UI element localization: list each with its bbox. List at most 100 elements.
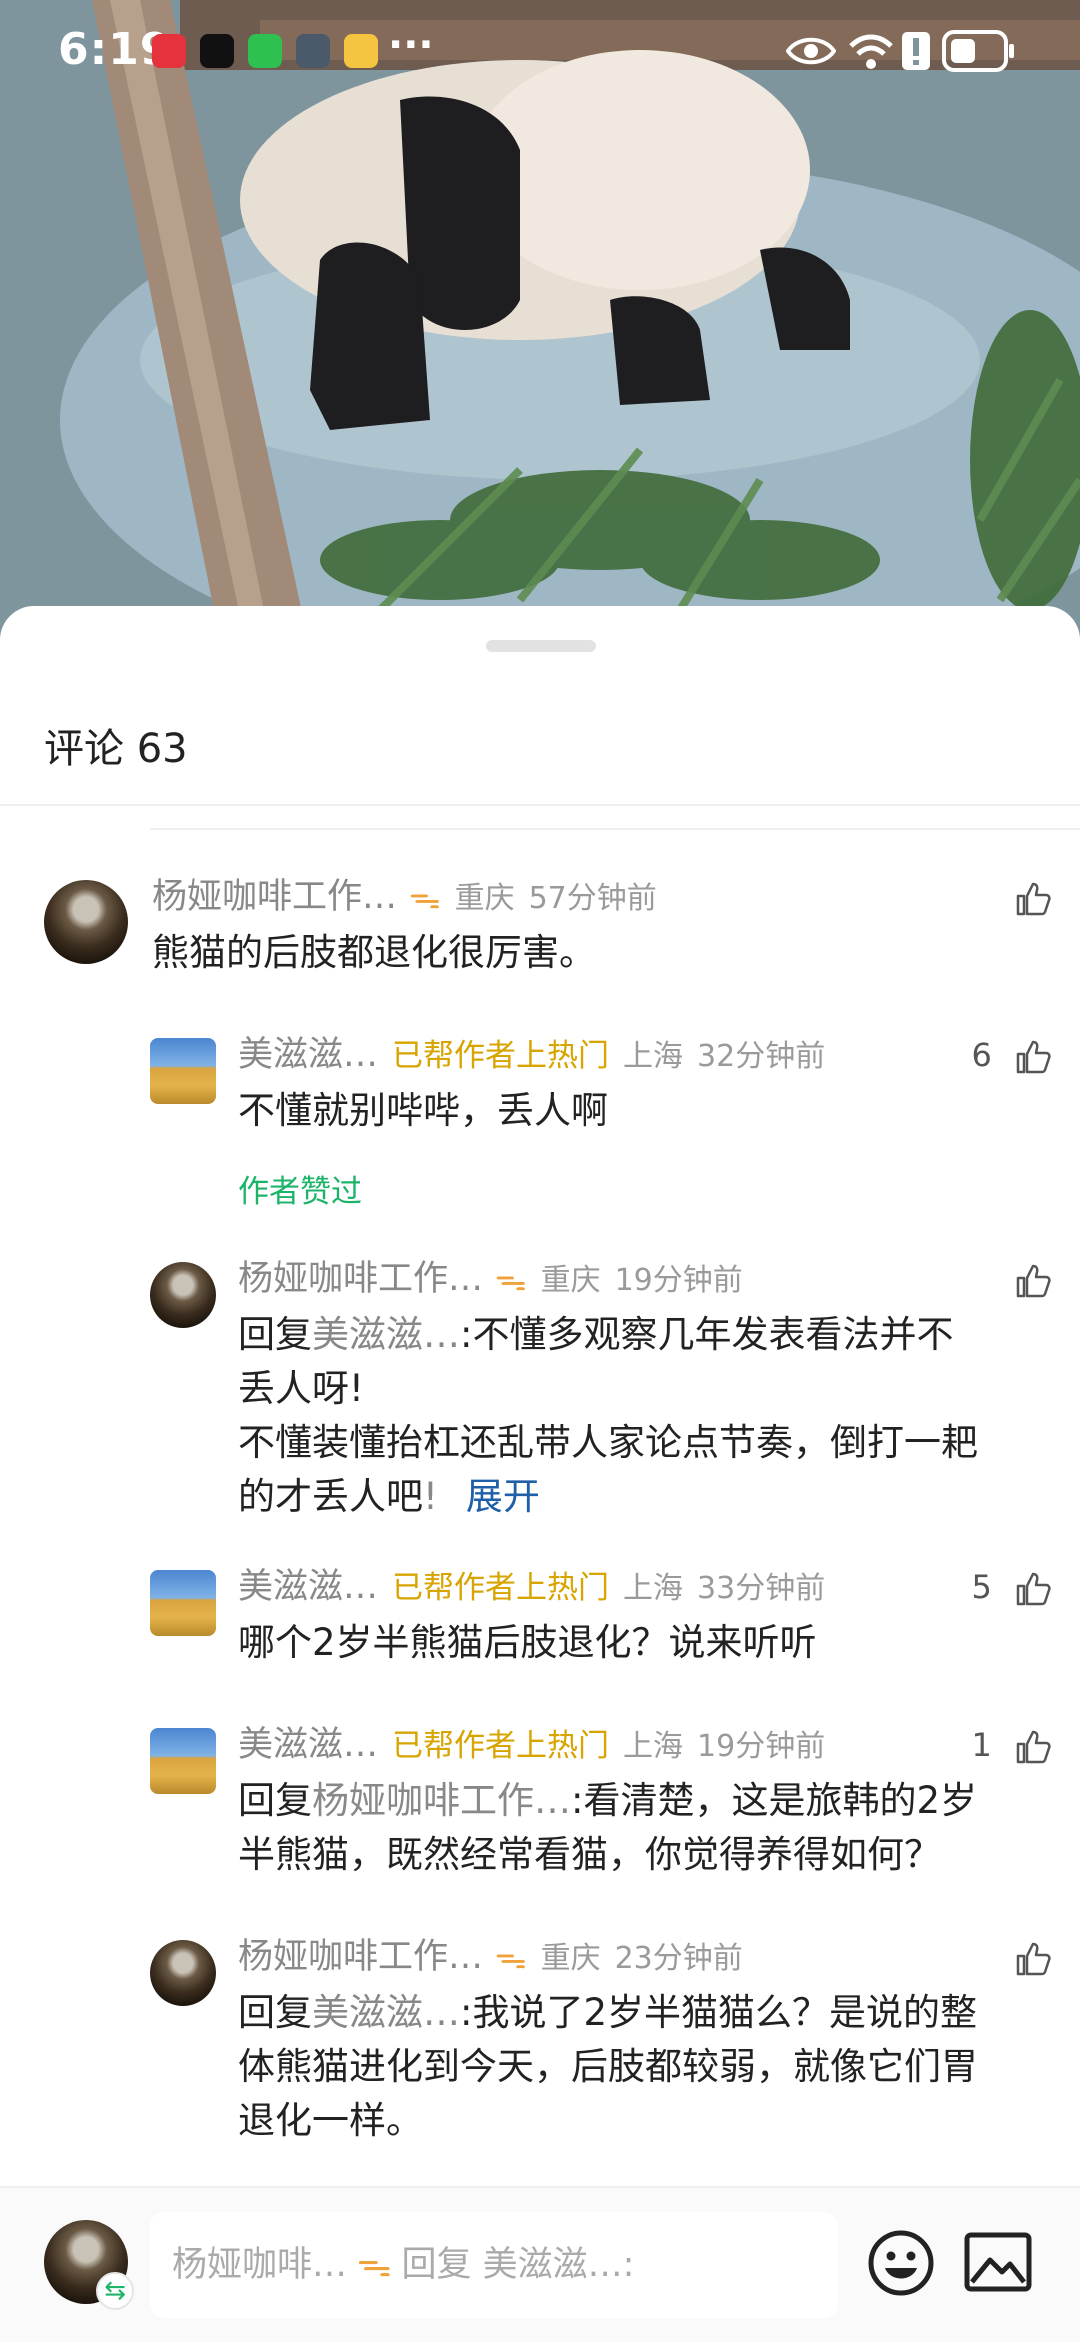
comments-sheet: 评论 63 杨娅咖啡工作… ᯓ 重庆 57分钟前 熊猫的后肢都退化很厉害。 美滋滋… 已…	[0, 606, 1080, 2340]
reply-target[interactable]: 美滋滋…	[312, 1991, 460, 2034]
comment-meta: 美滋滋… 已帮作者上热门 上海 32分钟前	[238, 1030, 825, 1080]
reply-target[interactable]: 杨娅咖啡工作…	[312, 1779, 571, 1822]
like-button[interactable]: 5	[971, 1562, 1052, 1612]
input-user: 杨娅咖啡…	[172, 2245, 348, 2285]
timestamp: 23分钟前	[614, 1941, 743, 1976]
image-icon[interactable]	[964, 2232, 1032, 2292]
timestamp: 57分钟前	[528, 881, 657, 916]
promoted-badge: 已帮作者上热门	[392, 1570, 610, 1606]
like-count: 1	[971, 1726, 992, 1764]
avatar[interactable]	[44, 880, 128, 964]
location: 重庆	[540, 1263, 601, 1298]
location: 重庆	[454, 881, 515, 916]
text-line: 半熊猫，既然经常看猫，你觉得养得如何？	[238, 1833, 941, 1876]
text-fade: !	[423, 1475, 438, 1518]
like-button[interactable]: 6	[971, 1030, 1052, 1080]
comment-text: 熊猫的后肢都退化很厉害。	[152, 931, 596, 974]
alert-icon	[902, 32, 930, 70]
huawei-icon	[152, 34, 186, 68]
author-liked-label: 作者赞过	[238, 1174, 362, 1210]
timestamp: 33分钟前	[697, 1571, 826, 1606]
username[interactable]: 美滋滋…	[238, 1035, 378, 1075]
vip-icon: ᯓ	[409, 878, 441, 916]
drag-handle[interactable]	[486, 640, 596, 652]
avatar[interactable]	[150, 1728, 216, 1794]
reply-input[interactable]: 杨娅咖啡… ᯓ 回复 美滋滋…:	[150, 2212, 838, 2318]
divider	[0, 804, 1080, 806]
like-button[interactable]	[1002, 872, 1052, 922]
reply-prefix: 回复	[238, 1313, 312, 1356]
username[interactable]: 美滋滋…	[238, 1725, 378, 1765]
location: 上海	[623, 1729, 684, 1764]
vip-icon: ᯓ	[357, 2245, 392, 2285]
vip-icon: ᯓ	[495, 1938, 527, 1976]
timestamp: 19分钟前	[697, 1729, 826, 1764]
text-line: 的才丢人吧	[238, 1475, 423, 1518]
avatar[interactable]	[150, 1940, 216, 2006]
comment-input-bar: ⇆ 杨娅咖啡… ᯓ 回复 美滋滋…:	[0, 2186, 1080, 2342]
text-line: 丢人呀!	[238, 1367, 364, 1410]
username[interactable]: 杨娅咖啡工作…	[238, 1259, 483, 1299]
vip-icon: ᯓ	[495, 1260, 527, 1298]
username[interactable]: 美滋滋…	[238, 1567, 378, 1607]
reply-prefix: 回复	[238, 1991, 312, 2034]
expand-link[interactable]: 展开	[466, 1475, 540, 1518]
comment-text: 回复美滋滋…:不懂多观察几年发表看法并不 丢人呀! 不懂装懂抬杠还乱带人家论点节…	[238, 1308, 1058, 1524]
tiktok-icon	[200, 34, 234, 68]
comment-meta: 美滋滋… 已帮作者上热门 上海 33分钟前	[238, 1562, 825, 1612]
comments-count-title: 评论 63	[44, 726, 188, 772]
thumbs-up-icon	[1016, 1730, 1051, 1764]
username[interactable]: 杨娅咖啡工作…	[238, 1937, 483, 1977]
wechat-icon	[248, 34, 282, 68]
thumbs-up-icon	[1016, 1264, 1051, 1298]
divider	[150, 828, 1080, 830]
text-line: :不懂多观察几年发表看法并不	[460, 1313, 954, 1356]
location: 上海	[623, 1571, 684, 1606]
like-button[interactable]	[1002, 1254, 1052, 1304]
promoted-badge: 已帮作者上热门	[392, 1728, 610, 1764]
avatar[interactable]	[150, 1038, 216, 1104]
weibo-icon	[344, 34, 378, 68]
text-line: :看清楚，这是旅韩的2岁	[571, 1779, 978, 1822]
video-player[interactable]: 6:19 ···	[0, 0, 1080, 640]
thumbs-up-icon	[1016, 1572, 1051, 1606]
reply-target[interactable]: 美滋滋…	[312, 1313, 460, 1356]
text-line: 不懂装懂抬杠还乱带人家论点节奏，倒打一耙	[238, 1421, 978, 1464]
eye-icon	[786, 37, 836, 65]
comment-text: 回复美滋滋…:我说了2岁半猫猫么？是说的整 体熊猫进化到今天，后肢都较弱，就像它…	[238, 1986, 1058, 2148]
like-button[interactable]	[1002, 1932, 1052, 1982]
input-placeholder: 回复 美滋滋…:	[401, 2245, 635, 2285]
location: 重庆	[540, 1941, 601, 1976]
thumbs-up-icon	[1016, 1942, 1051, 1976]
switch-account-icon[interactable]: ⇆	[96, 2272, 134, 2310]
like-count: 5	[971, 1568, 992, 1606]
comment-meta: 杨娅咖啡工作… ᯓ 重庆 19分钟前	[238, 1254, 743, 1304]
game-icon	[296, 34, 330, 68]
promoted-badge: 已帮作者上热门	[392, 1038, 610, 1074]
comment-meta: 杨娅咖啡工作… ᯓ 重庆 23分钟前	[238, 1932, 743, 1982]
comment-text: 不懂就别哔哔，丢人啊	[238, 1089, 608, 1132]
like-count: 6	[971, 1036, 992, 1074]
thumbs-up-icon	[1016, 882, 1051, 916]
text-line: :我说了2岁半猫猫么？是说的整	[460, 1991, 978, 2034]
comment-text: 回复杨娅咖啡工作…:看清楚，这是旅韩的2岁 半熊猫，既然经常看猫，你觉得养得如何…	[238, 1774, 1058, 1882]
timestamp: 32分钟前	[697, 1039, 826, 1074]
username[interactable]: 杨娅咖啡工作…	[152, 877, 397, 917]
status-bar: 6:19 ···	[0, 0, 1080, 110]
text-line: 退化一样。	[238, 2099, 423, 2142]
text-line: 体熊猫进化到今天，后肢都较弱，就像它们胃	[238, 2045, 978, 2088]
comment-meta: 杨娅咖啡工作… ᯓ 重庆 57分钟前	[152, 872, 657, 922]
more-notifications-icon: ···	[388, 22, 434, 68]
wifi-icon	[849, 34, 893, 69]
timestamp: 19分钟前	[614, 1263, 743, 1298]
thumbs-up-icon	[1016, 1040, 1051, 1074]
location: 上海	[623, 1039, 684, 1074]
avatar[interactable]	[150, 1262, 216, 1328]
battery-icon	[942, 30, 1014, 72]
emoji-icon[interactable]	[866, 2228, 936, 2298]
like-button[interactable]: 1	[971, 1720, 1052, 1770]
avatar[interactable]	[150, 1570, 216, 1636]
comment-text: 哪个2岁半熊猫后肢退化？说来听听	[238, 1621, 817, 1664]
reply-prefix: 回复	[238, 1779, 312, 1822]
comment-meta: 美滋滋… 已帮作者上热门 上海 19分钟前	[238, 1720, 825, 1770]
